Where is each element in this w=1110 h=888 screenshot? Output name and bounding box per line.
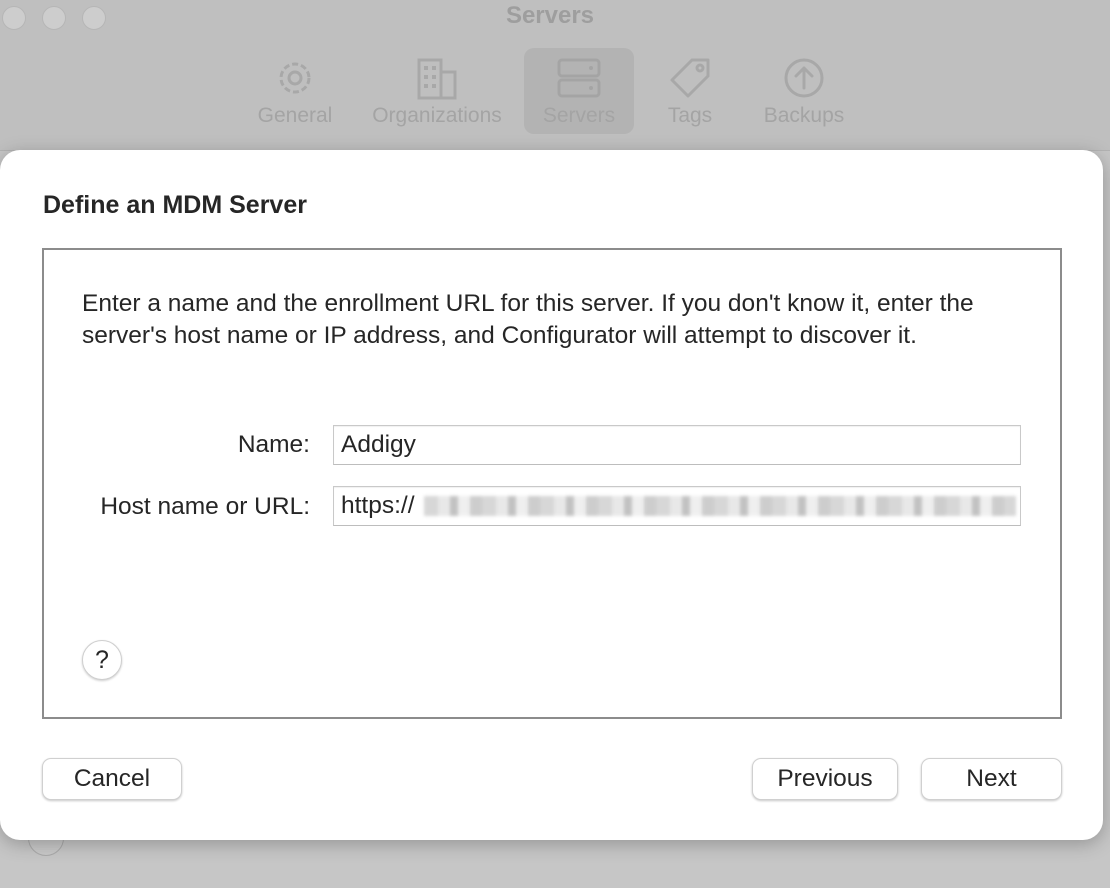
upload-arrow-icon (784, 58, 824, 98)
toolbar-label-general: General (257, 104, 333, 127)
previous-button[interactable]: Previous (752, 758, 898, 800)
tag-icon (670, 58, 710, 98)
toolbar-label-tags: Tags (667, 104, 713, 127)
redacted-url-text (424, 496, 1016, 516)
toolbar-item-servers[interactable]: Servers (524, 48, 634, 134)
toolbar-item-general[interactable]: General (250, 48, 340, 134)
form-panel: Enter a name and the enrollment URL for … (42, 248, 1062, 719)
url-field-container (333, 486, 1021, 526)
window-title: Servers (505, 2, 595, 29)
toolbar-item-organizations[interactable]: Organizations (362, 48, 512, 134)
name-label: Name: (237, 431, 310, 458)
gear-icon (279, 62, 311, 94)
next-button[interactable]: Next (921, 758, 1062, 800)
help-button[interactable]: ? (82, 640, 122, 680)
building-icon (417, 58, 457, 100)
url-label: Host name or URL: (100, 493, 310, 520)
define-mdm-server-sheet: Define an MDM Server Enter a name and th… (0, 150, 1103, 840)
toolbar-item-backups[interactable]: Backups (754, 48, 854, 134)
cancel-button[interactable]: Cancel (42, 758, 182, 800)
toolbar-label-servers: Servers (542, 104, 616, 127)
toolbar-label-backups: Backups (763, 104, 845, 127)
instructions-text: Enter a name and the enrollment URL for … (82, 290, 974, 349)
window-toolbar: Servers General Organizations Servers Ta… (0, 0, 1110, 151)
sheet-title: Define an MDM Server (43, 191, 307, 219)
toolbar-label-organizations: Organizations (372, 104, 502, 127)
server-icon (557, 58, 601, 98)
toolbar-item-tags[interactable]: Tags (650, 48, 730, 134)
name-field[interactable] (333, 425, 1021, 465)
